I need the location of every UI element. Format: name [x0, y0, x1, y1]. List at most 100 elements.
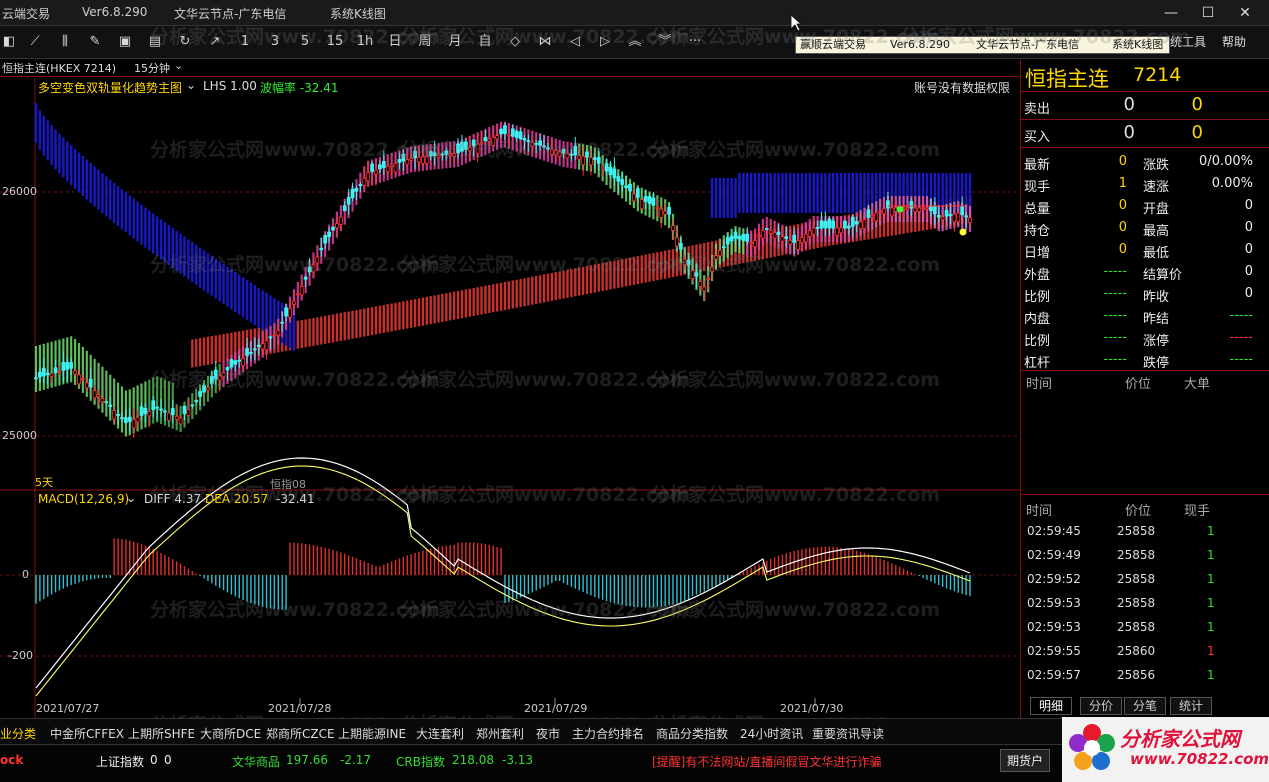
watermark-text: 分析家公式网www.70822.com — [650, 139, 941, 161]
candle-body — [108, 404, 113, 408]
stat-value-2: ----- — [1229, 352, 1253, 367]
category-tab[interactable]: 重要资讯导读 — [812, 725, 884, 742]
category-tab[interactable]: 商品分类指数 — [656, 725, 728, 742]
buy-row[interactable]: 买入 0 0 — [1021, 122, 1269, 146]
candle-body — [741, 234, 746, 241]
stat-label-2: 最高 — [1143, 224, 1170, 239]
candle-body — [858, 221, 863, 229]
category-tab[interactable]: 主力合约排名 — [572, 725, 644, 742]
chevron-down-icon[interactable]: ⌄ — [186, 78, 196, 92]
tick-row[interactable]: 02:59:55 25860 1 — [1021, 640, 1269, 664]
period-select[interactable]: 15分钟 — [134, 60, 170, 76]
stat-row: 比例 ----- 涨停 ----- — [1021, 326, 1269, 349]
tab-stats[interactable]: 统计 — [1170, 697, 1212, 715]
candle-body — [276, 330, 281, 336]
macd-name[interactable]: MACD(12,26,9) — [38, 492, 129, 506]
back-icon[interactable]: ◧ — [0, 32, 18, 52]
category-tab[interactable]: 上期能源INE — [338, 725, 406, 742]
chart-area[interactable]: 多空变色双轨量化趋势主图 ⌄ LHS 1.00 波幅率 -32.41 账号没有数… — [0, 78, 1020, 718]
macd-y-neg200: -200 — [8, 649, 33, 662]
crb-label[interactable]: CRB指数 — [396, 753, 445, 770]
tick-row[interactable]: 02:59:53 25858 1 — [1021, 616, 1269, 640]
tick-row[interactable]: 02:59:57 25856 1 — [1021, 664, 1269, 688]
candle-body — [757, 235, 761, 238]
stat-label-2: 涨跌 — [1143, 158, 1170, 173]
candle-body — [635, 188, 640, 198]
category-tab[interactable]: 上期所SHFE — [128, 725, 195, 742]
tick-row[interactable]: 02:59:52 25858 1 — [1021, 568, 1269, 592]
kline-chart[interactable] — [0, 78, 1020, 718]
tick-time: 02:59:53 — [1027, 596, 1081, 610]
candle-body — [65, 362, 70, 370]
category-tab[interactable]: 中金所CFFEX — [50, 725, 124, 742]
candle-body — [260, 343, 265, 350]
buy-volume: 0 — [1191, 122, 1203, 143]
account-button[interactable]: 期货户 — [1000, 749, 1051, 772]
line-chart-icon[interactable]: ⟋ — [26, 32, 44, 52]
candle-body — [651, 197, 656, 206]
candle-body — [780, 236, 785, 242]
maximize-button[interactable]: ☐ — [1194, 2, 1222, 24]
chevron-down-icon[interactable]: ⌄ — [174, 59, 183, 72]
candle-body — [846, 225, 851, 229]
candle-body — [643, 196, 648, 202]
chevron-down-icon[interactable]: ⌄ — [126, 491, 136, 505]
stat-row: 持仓 0 最高 0 — [1021, 216, 1269, 239]
candle-body — [159, 408, 163, 411]
category-tab[interactable]: 夜市 — [536, 725, 560, 742]
stat-row: 外盘 ----- 结算价 0 — [1021, 260, 1269, 283]
category-tab[interactable]: 大连套利 — [416, 725, 464, 742]
tick-volume: 1 — [1207, 548, 1215, 562]
stat-label-2: 开盘 — [1143, 202, 1170, 217]
stat-value: 1 — [1118, 176, 1127, 191]
tab-detail[interactable]: 明细 — [1030, 697, 1072, 715]
stat-value-2: 0/0.00% — [1199, 154, 1253, 169]
candle-body — [61, 361, 66, 371]
stat-label: 内盘 — [1024, 312, 1051, 327]
tick-price: 25856 — [1117, 668, 1156, 682]
candle-body — [77, 374, 81, 385]
candle-body — [237, 359, 242, 362]
category-tab[interactable]: 24小时资讯 — [740, 725, 803, 742]
minimize-button[interactable]: — — [1157, 2, 1185, 24]
category-tab[interactable]: 郑州套利 — [476, 725, 524, 742]
sell-volume: 0 — [1191, 94, 1203, 115]
candle-body — [854, 221, 859, 225]
candle-body — [776, 231, 781, 236]
tick-price: 25858 — [1117, 620, 1156, 634]
warning-text[interactable]: [提醒]有不法网站/直播间假冒文华进行诈骗 — [652, 753, 881, 770]
watermark-text: 分析家公式网www.70822.com — [650, 26, 941, 48]
candle-body — [350, 188, 355, 199]
quote-panel: 恒指主连 7214 卖出 0 0 买入 0 0 最新 0 涨跌 0/0.00% 现手 1 速… — [1020, 60, 1269, 718]
category-tab[interactable]: 郑商所CZCE — [266, 725, 335, 742]
sell-row[interactable]: 卖出 0 0 — [1021, 94, 1269, 118]
window-icon[interactable]: ▣ — [116, 32, 134, 52]
category-tab[interactable]: 业分类 — [0, 725, 36, 742]
indicator-name[interactable]: 多空变色双轨量化趋势主图 — [38, 79, 182, 96]
stat-value: ----- — [1103, 308, 1127, 323]
sh-index-label[interactable]: 上证指数 — [96, 753, 144, 770]
candle-body — [889, 207, 894, 217]
tick-row[interactable]: 02:59:53 25858 1 — [1021, 592, 1269, 616]
help-menu[interactable]: 帮助 — [1222, 33, 1246, 50]
candle-body — [381, 161, 386, 168]
candle-body — [721, 246, 726, 249]
candle-body — [151, 400, 156, 411]
symbol-label[interactable]: 恒指主连(HKEX 7214) — [2, 60, 116, 76]
category-tab[interactable]: 大商所DCE — [200, 725, 261, 742]
stat-row: 比例 ----- 昨收 0 — [1021, 282, 1269, 305]
stat-label: 比例 — [1024, 334, 1051, 349]
tab-trades[interactable]: 分笔 — [1124, 697, 1166, 715]
tick-row[interactable]: 02:59:45 25858 1 — [1021, 520, 1269, 544]
candle-body — [823, 221, 828, 229]
candlestick-icon[interactable]: ⫼ — [56, 32, 74, 52]
close-button[interactable]: ✕ — [1231, 2, 1259, 24]
wh-label[interactable]: 文华商品 — [232, 753, 280, 770]
candle-body — [729, 235, 734, 242]
tab-price[interactable]: 分价 — [1080, 697, 1122, 715]
five-day-label: 5天 — [35, 476, 53, 489]
candle-body — [870, 214, 875, 218]
tick-row[interactable]: 02:59:49 25858 1 — [1021, 544, 1269, 568]
stat-label: 杠杆 — [1024, 356, 1051, 371]
draw-icon[interactable]: ✎ — [86, 32, 104, 52]
